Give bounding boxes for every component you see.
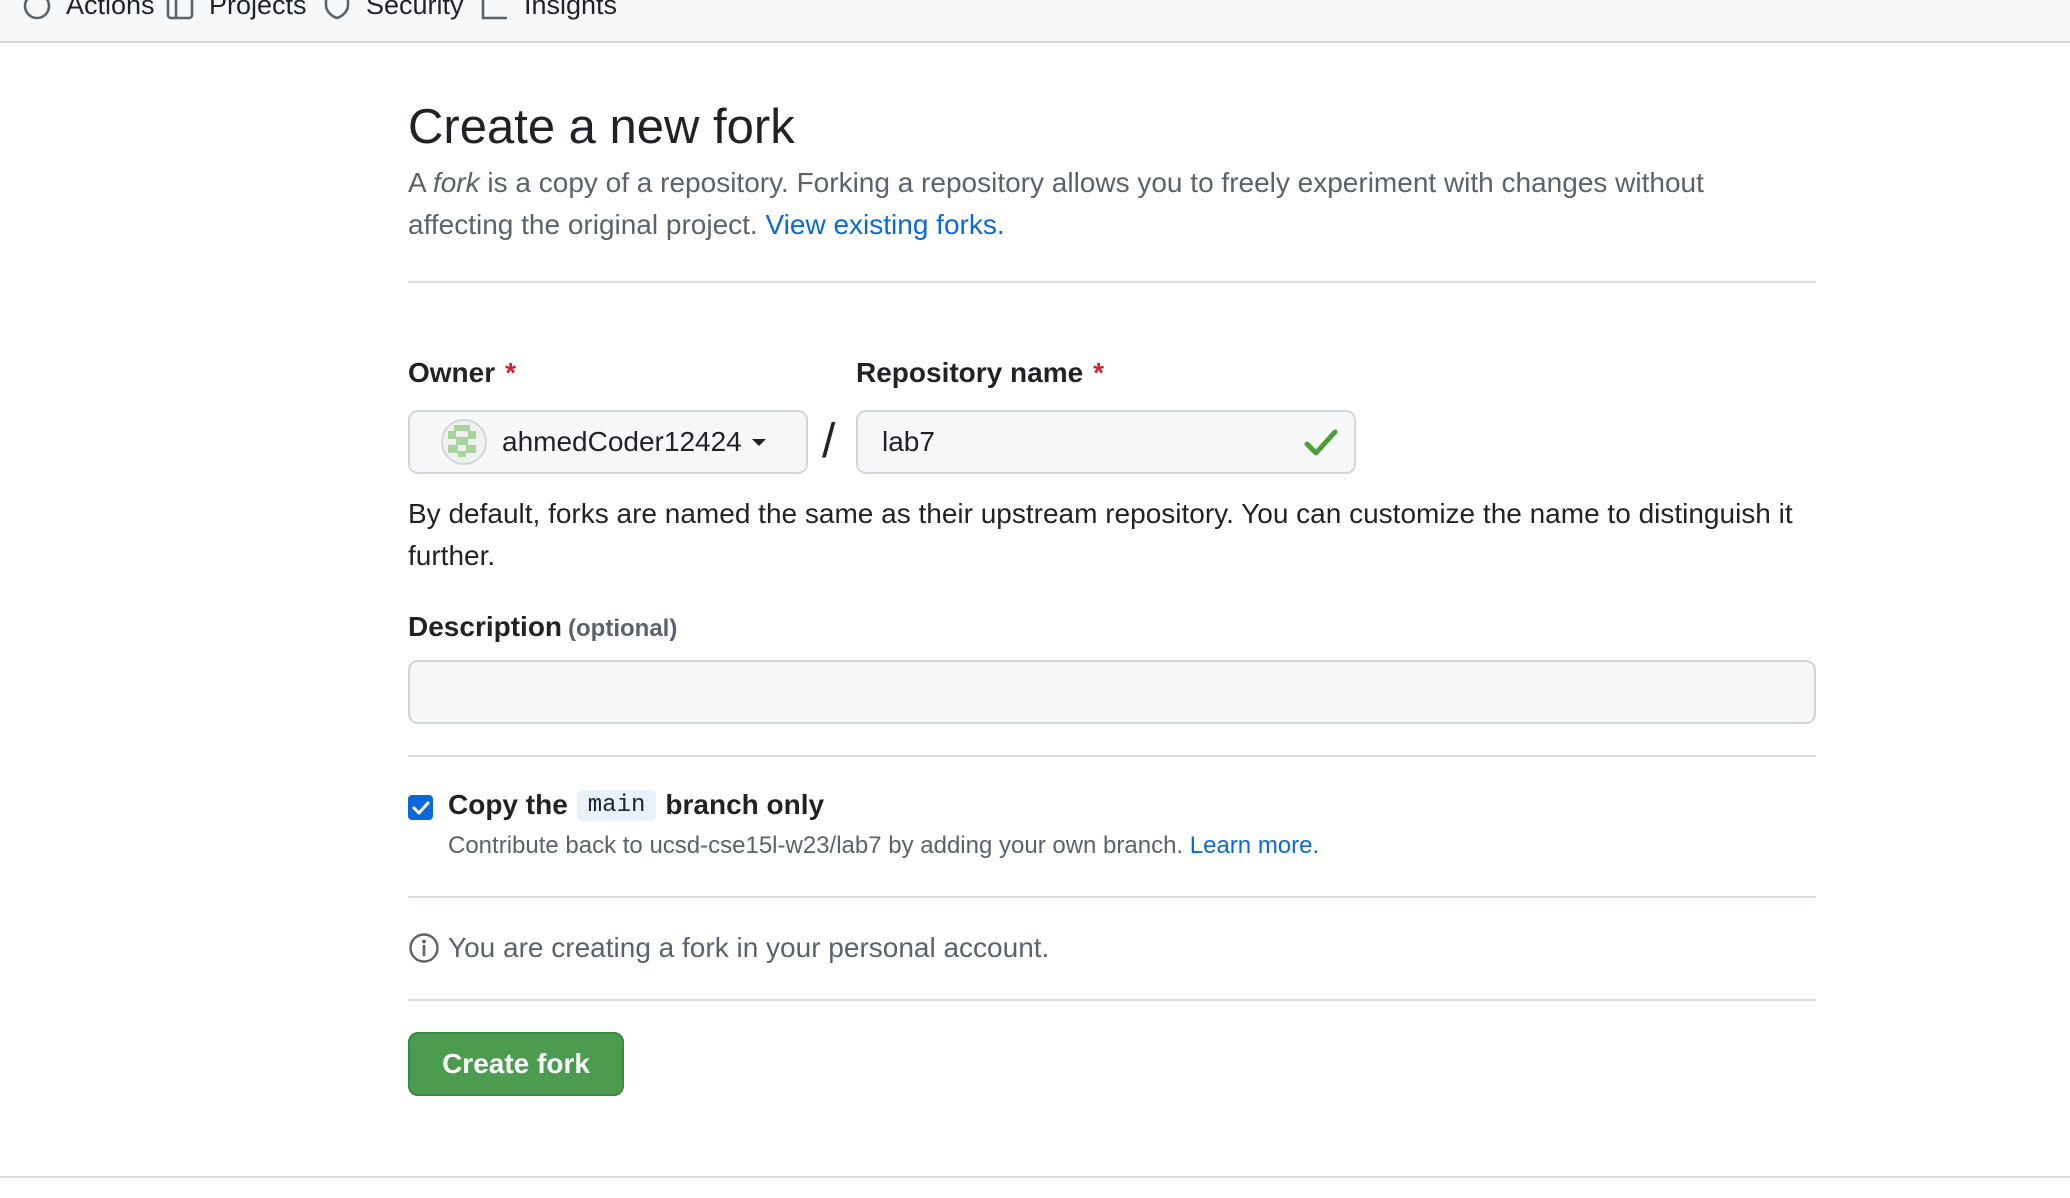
nav-insights-label: Insights [524, 0, 618, 20]
divider [408, 281, 1816, 283]
divider [408, 755, 1816, 757]
required-mark: * [505, 357, 517, 388]
nav-security-label: Security [366, 0, 464, 20]
graph-icon [481, 0, 507, 19]
copy-note-text: Contribute back to ucsd-cse15l-w23/lab7 … [448, 832, 1184, 859]
owner-label: Owner * [408, 357, 516, 389]
divider [408, 896, 1816, 898]
create-fork-button[interactable]: Create fork [408, 1032, 624, 1096]
divider [408, 999, 1816, 1001]
checkmark-icon [412, 801, 429, 814]
check-icon [1304, 429, 1338, 456]
intro-prefix: A [408, 167, 433, 198]
repo-name-label-text: Repository name [856, 357, 1084, 388]
nav-actions-label: Actions [66, 0, 155, 20]
identicon-icon [443, 421, 483, 461]
table-icon [166, 0, 194, 19]
caret-down-icon [751, 439, 766, 446]
play-circle-icon [23, 0, 51, 19]
repository-name-input[interactable]: lab7 [856, 410, 1356, 474]
avatar [441, 419, 487, 465]
copy-branch-label[interactable]: Copy the main branch only [448, 789, 824, 821]
nav-projects[interactable]: Projects [165, 0, 307, 21]
intro-fork-word: fork [432, 167, 480, 198]
owner-repo-separator: / [822, 415, 836, 468]
nav-actions[interactable]: Actions [22, 0, 155, 21]
owner-name: ahmedCoder12424 [502, 426, 742, 457]
info-text: You are creating a fork in your personal… [448, 932, 1050, 963]
page-title: Create a new fork [408, 100, 795, 154]
owner-select-button[interactable]: ahmedCoder12424 [408, 410, 808, 474]
copy-main-branch-checkbox[interactable] [408, 795, 433, 820]
copy-label-prefix: Copy the [448, 789, 568, 820]
nav-insights[interactable]: Insights [480, 0, 617, 21]
description-label: Description (optional) [408, 611, 677, 643]
optional-hint: (optional) [568, 615, 678, 642]
intro-body: is a copy of a repository. Forking a rep… [408, 167, 1704, 240]
copy-label-suffix: branch only [665, 789, 825, 820]
view-existing-forks-link[interactable]: View existing forks. [765, 209, 1004, 240]
copy-branch-note: Contribute back to ucsd-cse15l-w23/lab7 … [448, 832, 1319, 860]
owner-label-text: Owner [408, 357, 496, 388]
intro-text: A fork is a copy of a repository. Forkin… [408, 162, 1816, 246]
description-input[interactable] [408, 660, 1816, 724]
shield-icon [324, 0, 350, 19]
repo-name-help-text: By default, forks are named the same as … [408, 498, 1793, 571]
description-label-text: Description [408, 611, 563, 642]
info-icon [409, 933, 439, 963]
personal-account-notice: You are creating a fork in your personal… [408, 932, 1049, 964]
repo-name-label: Repository name * [856, 357, 1104, 389]
learn-more-link[interactable]: Learn more. [1190, 832, 1319, 859]
nav-security[interactable]: Security [322, 0, 464, 21]
required-mark: * [1093, 357, 1105, 388]
repo-nav: Actions Projects Security Insights [0, 0, 2070, 43]
repository-name-value: lab7 [882, 426, 935, 457]
footer-divider [0, 1176, 2070, 1178]
nav-projects-label: Projects [209, 0, 307, 20]
branch-name-code: main [576, 789, 657, 821]
